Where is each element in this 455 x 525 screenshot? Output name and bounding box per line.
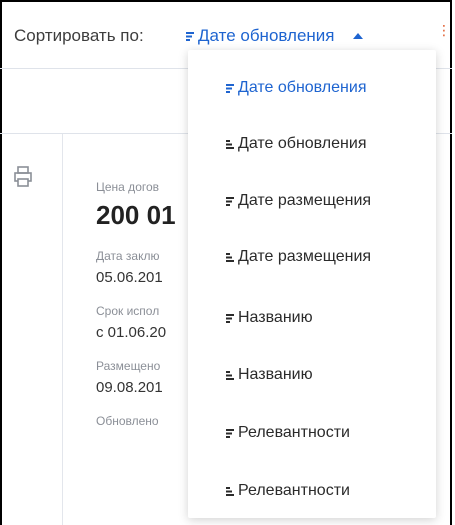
sort-option-updated-desc[interactable]: Дате обновления: [226, 79, 366, 97]
sort-option-label: Дате обновления: [238, 79, 367, 96]
sort-asc-icon: [226, 252, 234, 262]
sort-option-updated-asc[interactable]: Дате обновления: [226, 135, 366, 153]
sort-option-label: Дате обновления: [238, 135, 367, 152]
sort-dropdown-menu: Дате обновления Дате обновления Дате раз…: [188, 50, 436, 518]
sort-asc-icon: [226, 486, 234, 496]
sort-option-relevance-desc[interactable]: Релевантности: [226, 424, 350, 442]
price-value: 200 01: [96, 200, 176, 230]
sort-option-label: Дате размещения: [238, 248, 372, 265]
sort-option-relevance-asc[interactable]: Релевантности: [226, 482, 350, 500]
sort-option-name-asc[interactable]: Названию: [226, 366, 313, 384]
sort-option-placed-asc[interactable]: Дате размещения: [226, 248, 371, 266]
sort-desc-icon: [226, 196, 234, 206]
sort-desc-icon: [226, 83, 234, 93]
price-label: Цена догов: [96, 180, 160, 194]
sort-option-label: Релевантности: [238, 482, 350, 499]
placed-value: 09.08.201: [96, 379, 163, 396]
sort-option-label: Релевантности: [238, 424, 350, 441]
sort-option-name-desc[interactable]: Названию: [226, 309, 313, 327]
sort-desc-icon: [226, 428, 234, 438]
print-icon[interactable]: [14, 165, 32, 189]
sort-desc-icon: [186, 31, 194, 41]
term-label: Срок испол: [96, 304, 160, 318]
sort-label: Сортировать по:: [14, 26, 144, 45]
sort-current-value: Дате обновления: [198, 26, 335, 45]
sort-option-label: Дате размещения: [238, 192, 372, 209]
caret-up-icon: [352, 33, 363, 39]
sort-dropdown-toggle[interactable]: Дате обновления: [186, 26, 363, 46]
sign-date-value: 05.06.201: [96, 269, 163, 286]
sort-option-placed-desc[interactable]: Дате размещения: [226, 192, 371, 210]
contract-card: Цена догов 200 01 Дата заклю 05.06.201 С…: [96, 180, 196, 428]
sort-option-label: Названию: [238, 309, 313, 326]
sort-asc-icon: [226, 139, 234, 149]
updated-label: Обновлено: [96, 414, 159, 428]
sign-date-label: Дата заклю: [96, 249, 160, 263]
column-divider: [62, 134, 63, 525]
term-value: с 01.06.20: [96, 324, 167, 341]
more-icon[interactable]: ⋮: [437, 22, 451, 39]
sort-option-label: Названию: [238, 366, 313, 383]
placed-label: Размещено: [96, 359, 161, 373]
sort-desc-icon: [226, 313, 234, 323]
sort-asc-icon: [226, 370, 234, 380]
